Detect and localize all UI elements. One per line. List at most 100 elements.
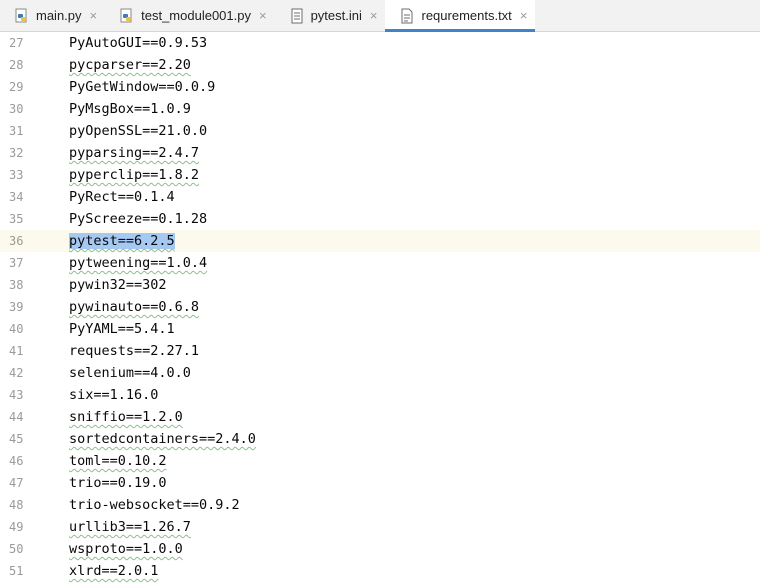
code-line[interactable]: 32 pyparsing==2.4.7 (0, 142, 760, 164)
code-text: pywinauto==0.6.8 (69, 296, 199, 318)
tab-test-module001-py[interactable]: test_module001.py × (105, 0, 274, 31)
code-line[interactable]: 37 pytweening==1.0.4 (0, 252, 760, 274)
code-line[interactable]: 34 PyRect==0.1.4 (0, 186, 760, 208)
tab-label: main.py (36, 8, 82, 23)
line-text: xlrd==2.0.1 (69, 563, 159, 579)
line-number: 36 (9, 234, 24, 248)
code-line[interactable]: 44 sniffio==1.2.0 (0, 406, 760, 428)
code-text: pytest==6.2.5 (69, 230, 175, 252)
code-line[interactable]: 45 sortedcontainers==2.4.0 (0, 428, 760, 450)
code-text: trio==0.19.0 (69, 472, 167, 494)
code-line[interactable]: 42 selenium==4.0.0 (0, 362, 760, 384)
line-number: 51 (9, 564, 24, 578)
code-text: requests==2.27.1 (69, 340, 199, 362)
line-text: urllib3==1.26.7 (69, 519, 191, 535)
line-number: 27 (9, 36, 24, 50)
tab-label: requrements.txt (421, 8, 512, 23)
code-text: pywin32==302 (69, 274, 167, 296)
line-text: selenium==4.0.0 (69, 365, 191, 381)
code-text: pyperclip==1.8.2 (69, 164, 199, 186)
code-line[interactable]: 46 toml==0.10.2 (0, 450, 760, 472)
code-line[interactable]: 41 requests==2.27.1 (0, 340, 760, 362)
code-text: PyScreeze==0.1.28 (69, 208, 207, 230)
code-text: pycparser==2.20 (69, 54, 191, 76)
line-number: 29 (9, 80, 24, 94)
code-line[interactable]: 39 pywinauto==0.6.8 (0, 296, 760, 318)
code-line[interactable]: 49 urllib3==1.26.7 (0, 516, 760, 538)
code-text: xlrd==2.0.1 (69, 560, 158, 582)
text-editor[interactable]: 27 PyAutoGUI==0.9.53 28 pycparser==2.20 29 Py… (0, 32, 760, 587)
code-text: urllib3==1.26.7 (69, 516, 191, 538)
selected-text: pytest==6.2.5 (69, 233, 175, 249)
line-text: requests==2.27.1 (69, 343, 200, 359)
code-line[interactable]: 31 pyOpenSSL==21.0.0 (0, 120, 760, 142)
ini-file-icon (289, 8, 305, 24)
line-number: 50 (9, 542, 24, 556)
code-text: six==1.16.0 (69, 384, 158, 406)
code-line[interactable]: 27 PyAutoGUI==0.9.53 (0, 32, 760, 54)
code-line[interactable]: 43 six==1.16.0 (0, 384, 760, 406)
line-number: 41 (9, 344, 24, 358)
text-file-icon (399, 8, 415, 24)
line-text: pywin32==302 (69, 277, 167, 293)
tab-label: pytest.ini (310, 8, 362, 23)
line-number: 43 (9, 388, 24, 402)
line-number: 28 (9, 58, 24, 72)
line-text: pyOpenSSL==21.0.0 (69, 123, 208, 139)
line-number: 42 (9, 366, 24, 380)
line-number: 34 (9, 190, 24, 204)
line-text: sortedcontainers==2.4.0 (69, 431, 256, 447)
code-line[interactable]: 35 PyScreeze==0.1.28 (0, 208, 760, 230)
line-text: sniffio==1.2.0 (69, 409, 183, 425)
line-text: trio-websocket==0.9.2 (69, 497, 240, 513)
code-line[interactable]: 33 pyperclip==1.8.2 (0, 164, 760, 186)
editor-tab-bar: main.py × test_module001.py × pytest.ini × req… (0, 0, 760, 32)
close-icon[interactable]: × (520, 8, 528, 23)
tab-requrements-txt[interactable]: requrements.txt × (385, 0, 536, 32)
python-file-icon (14, 8, 30, 24)
code-text: toml==0.10.2 (69, 450, 167, 472)
tab-pytest-ini[interactable]: pytest.ini × (275, 0, 386, 31)
code-line[interactable]: 47 trio==0.19.0 (0, 472, 760, 494)
code-line[interactable]: 36 pytest==6.2.5 (0, 230, 760, 252)
code-line[interactable]: 29 PyGetWindow==0.0.9 (0, 76, 760, 98)
line-text: PyGetWindow==0.0.9 (69, 79, 216, 95)
code-line[interactable]: 28 pycparser==2.20 (0, 54, 760, 76)
code-text: sniffio==1.2.0 (69, 406, 183, 428)
line-number: 33 (9, 168, 24, 182)
code-line[interactable]: 51 xlrd==2.0.1 (0, 560, 760, 582)
code-line[interactable]: 48 trio-websocket==0.9.2 (0, 494, 760, 516)
code-text: pyparsing==2.4.7 (69, 142, 199, 164)
line-number: 38 (9, 278, 24, 292)
code-text: wsproto==1.0.0 (69, 538, 183, 560)
close-icon[interactable]: × (90, 8, 98, 23)
code-text: PyYAML==5.4.1 (69, 318, 175, 340)
code-line[interactable]: 38 pywin32==302 (0, 274, 760, 296)
code-line[interactable]: 40 PyYAML==5.4.1 (0, 318, 760, 340)
line-number: 35 (9, 212, 24, 226)
code-line[interactable]: 50 wsproto==1.0.0 (0, 538, 760, 560)
line-text: pywinauto==0.6.8 (69, 299, 200, 315)
line-text: wsproto==1.0.0 (69, 541, 183, 557)
line-text: PyScreeze==0.1.28 (69, 211, 208, 227)
line-text: trio==0.19.0 (69, 475, 167, 491)
code-text: selenium==4.0.0 (69, 362, 191, 384)
code-line[interactable]: 30 PyMsgBox==1.0.9 (0, 98, 760, 120)
line-number: 32 (9, 146, 24, 160)
code-text: pyOpenSSL==21.0.0 (69, 120, 207, 142)
line-text: pytweening==1.0.4 (69, 255, 208, 271)
code-text: PyRect==0.1.4 (69, 186, 175, 208)
tab-main-py[interactable]: main.py × (0, 0, 105, 31)
line-text: PyAutoGUI==0.9.53 (69, 35, 208, 51)
close-icon[interactable]: × (259, 8, 267, 23)
code-text: pytweening==1.0.4 (69, 252, 207, 274)
code-text: trio-websocket==0.9.2 (69, 494, 240, 516)
line-number: 37 (9, 256, 24, 270)
code-text: PyMsgBox==1.0.9 (69, 98, 191, 120)
line-text: six==1.16.0 (69, 387, 159, 403)
code-text: sortedcontainers==2.4.0 (69, 428, 256, 450)
line-number: 48 (9, 498, 24, 512)
line-text: toml==0.10.2 (69, 453, 167, 469)
close-icon[interactable]: × (370, 8, 378, 23)
line-number: 47 (9, 476, 24, 490)
